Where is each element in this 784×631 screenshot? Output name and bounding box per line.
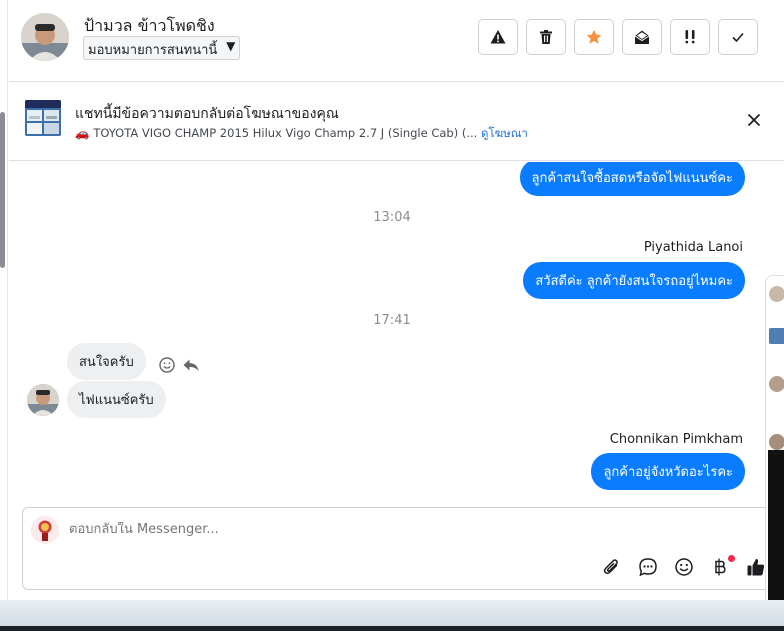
- payment-button[interactable]: [709, 555, 735, 578]
- conversation-actions: [478, 19, 758, 55]
- envelope-open-icon: [634, 30, 650, 44]
- timestamp: 17:41: [373, 313, 411, 328]
- saved-reply-button[interactable]: [637, 556, 659, 578]
- left-rail: [0, 0, 8, 600]
- star-button[interactable]: [574, 19, 614, 55]
- emoji-icon: [675, 558, 693, 576]
- message-composer: [22, 507, 775, 590]
- composer-toolbar: [601, 555, 767, 578]
- conversation-avatar[interactable]: [769, 434, 784, 450]
- delete-button[interactable]: [526, 19, 566, 55]
- reply-icon[interactable]: [182, 356, 200, 374]
- sender-name: Piyathida Lanoi: [643, 240, 743, 255]
- ad-banner-title: แชทนี้มีข้อความตอบกลับต่อโฆษณาของคุณ: [75, 106, 339, 122]
- notification-dot: [728, 555, 735, 562]
- thumbs-up-icon: [747, 559, 765, 576]
- side-popup: [768, 450, 784, 610]
- saved-reply-icon: [639, 558, 657, 577]
- chevron-down-icon: ▼: [226, 39, 236, 53]
- emoji-button[interactable]: [673, 556, 695, 578]
- double-exclamation-icon: [685, 30, 695, 44]
- star-icon: [586, 29, 602, 44]
- follow-up-button[interactable]: [670, 19, 710, 55]
- message-bubble-outgoing[interactable]: ลูกค้าสนใจซื้อสดหรือจัดไฟแนนซ์คะ: [519, 162, 745, 196]
- page-avatar: [31, 516, 59, 544]
- ad-thumbnail[interactable]: [25, 100, 61, 136]
- ad-banner-subtitle: 🚗 TOYOTA VIGO CHAMP 2015 Hilux Vigo Champ…: [75, 125, 528, 143]
- trash-icon: [540, 30, 552, 44]
- conversation-avatar[interactable]: [769, 286, 784, 302]
- ad-thumbnail-small[interactable]: [769, 328, 784, 344]
- message-thread: ลูกค้าสนใจซื้อสดหรือจัดไฟแนนซ์คะ 13:04 P…: [9, 162, 775, 505]
- reply-input[interactable]: [69, 522, 669, 537]
- conversation-header: ป้ามวล ข้าวโพดชิง มอบหมายการสนทนานี้ ▼: [9, 0, 784, 82]
- attach-button[interactable]: [601, 556, 623, 578]
- ad-vehicle-text: TOYOTA VIGO CHAMP 2015 Hilux Vigo Champ …: [93, 126, 478, 140]
- sender-name: Chonnikan Pimkham: [609, 432, 743, 447]
- view-ad-link[interactable]: ดูโฆษณา: [481, 126, 528, 140]
- mark-unread-button[interactable]: [622, 19, 662, 55]
- conversation-avatar[interactable]: [769, 376, 784, 392]
- like-button[interactable]: [745, 556, 767, 578]
- message-bubble-incoming[interactable]: ไฟแนนซ์ครับ: [67, 381, 166, 418]
- mark-done-button[interactable]: [718, 19, 758, 55]
- contact-avatar[interactable]: [21, 13, 69, 61]
- scrollbar[interactable]: [0, 112, 5, 268]
- report-spam-button[interactable]: [478, 19, 518, 55]
- message-bubble-outgoing[interactable]: ลูกค้าอยู่จังหวัดอะไรคะ: [591, 453, 745, 490]
- ad-reply-banner: แชทนี้มีข้อความตอบกลับต่อโฆษณาของคุณ 🚗 TO…: [9, 83, 784, 161]
- react-emoji-icon[interactable]: [158, 356, 176, 374]
- timestamp: 13:04: [373, 210, 411, 225]
- baht-icon: [715, 558, 726, 576]
- assign-label: มอบหมายการสนทนานี้: [88, 43, 218, 58]
- paperclip-icon: [603, 559, 618, 575]
- alert-triangle-icon: [490, 30, 506, 44]
- message-bubble-outgoing[interactable]: สวัสดีค่ะ ลูกค้ายังสนใจรถอยู่ไหมคะ: [523, 262, 745, 299]
- check-icon: [732, 32, 744, 43]
- contact-avatar-small[interactable]: [27, 384, 59, 416]
- car-icon: 🚗: [75, 126, 90, 140]
- assign-conversation-dropdown[interactable]: มอบหมายการสนทนานี้ ▼: [83, 36, 241, 60]
- taskbar-strip: [0, 626, 784, 631]
- message-bubble-incoming[interactable]: สนใจครับ: [67, 343, 146, 380]
- close-icon[interactable]: [746, 112, 762, 128]
